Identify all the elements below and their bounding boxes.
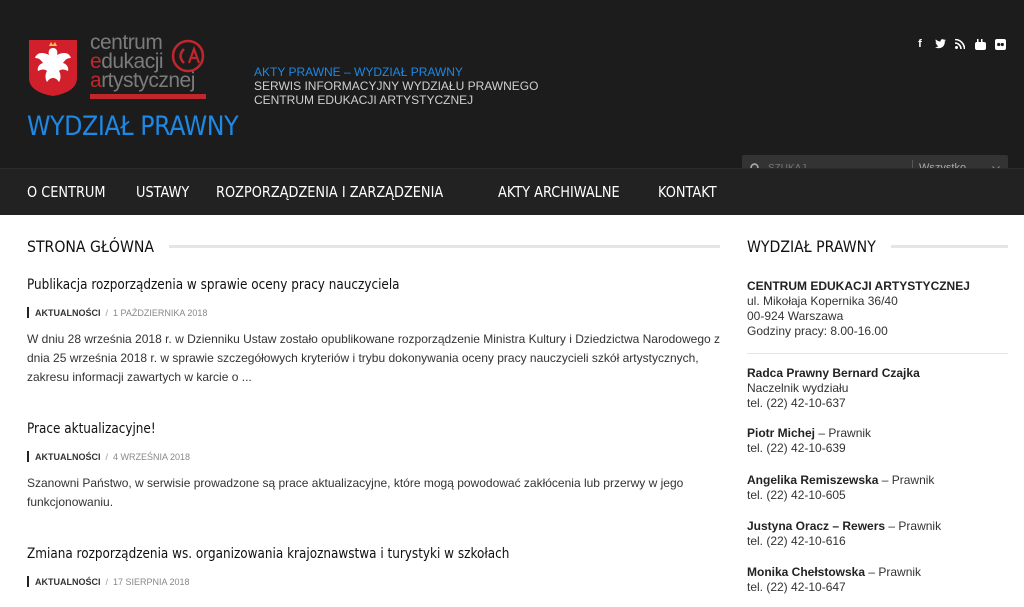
staff-name: Angelika Remiszewska: [747, 473, 879, 487]
tagline-line-3: CENTRUM EDUKACJI ARTYSTYCZNEJ: [254, 93, 474, 107]
post-meta: AKTUALNOŚCI / 1 PAŹDZIERNIKA 2018: [27, 307, 720, 318]
staff-name: Radca Prawny Bernard Czajka: [747, 366, 920, 380]
twitter-icon[interactable]: [934, 38, 946, 50]
page-title: STRONA GŁÓWNA: [27, 237, 155, 256]
post-item: Prace aktualizacyjne! AKTUALNOŚCI / 4 WR…: [27, 421, 720, 512]
staff-item: Monika Chełstowska – Prawnik tel. (22) 4…: [747, 565, 1008, 595]
cea-ring-icon: [171, 39, 205, 73]
staff-role: – Prawnik: [878, 473, 935, 487]
flickr-icon[interactable]: [994, 38, 1006, 50]
post-item: Zmiana rozporządzenia ws. organizowania …: [27, 546, 720, 587]
staff-phone: tel. (22) 42-10-616: [747, 534, 846, 548]
post-title[interactable]: Zmiana rozporządzenia ws. organizowania …: [27, 546, 623, 562]
staff-item: Angelika Remiszewska – Prawnik tel. (22)…: [747, 473, 1008, 503]
staff-role: – Prawnik: [815, 426, 872, 440]
staff-role: Naczelnik wydziału: [747, 381, 849, 395]
staff-name: Piotr Michej: [747, 426, 816, 440]
staff-item: Radca Prawny Bernard Czajka Naczelnik wy…: [747, 366, 1008, 411]
contact-block: CENTRUM EDUKACJI ARTYSTYCZNEJ ul. Mikoła…: [747, 279, 1008, 339]
nav-ustawy[interactable]: USTAWY: [136, 183, 189, 201]
address-line-2: 00-924 Warszawa: [747, 309, 844, 323]
main-section-head: STRONA GŁÓWNA: [27, 237, 720, 256]
section-rule: [169, 245, 720, 248]
nav-akty-archiwalne[interactable]: AKTY ARCHIWALNE: [498, 183, 620, 201]
post-excerpt: Szanowni Państwo, w serwisie prowadzone …: [27, 476, 684, 509]
tagline-line-2: SERWIS INFORMACYJNY WYDZIAŁU PRAWNEGO: [254, 79, 539, 93]
section-rule: [891, 245, 1008, 248]
tagline: AKTY PRAWNE – WYDZIAŁ PRAWNY SERWIS INFO…: [254, 65, 538, 107]
post-excerpt: W dniu 28 września 2018 r. w Dzienniku U…: [27, 332, 720, 384]
sidebar-divider: [747, 353, 1008, 354]
staff-phone: tel. (22) 42-10-605: [747, 488, 846, 502]
tagline-line-1: AKTY PRAWNE – WYDZIAŁ PRAWNY: [254, 65, 463, 79]
post-title[interactable]: Publikacja rozporządzenia w sprawie ocen…: [27, 277, 623, 293]
post-category[interactable]: AKTUALNOŚCI: [35, 452, 101, 462]
post-item: Publikacja rozporządzenia w sprawie ocen…: [27, 277, 720, 387]
staff-item: Justyna Oracz – Rewers – Prawnik tel. (2…: [747, 519, 1008, 549]
post-title[interactable]: Prace aktualizacyjne!: [27, 421, 623, 437]
office-hours: Godziny pracy: 8.00-16.00: [747, 324, 888, 338]
sidebar-section-head: WYDZIAŁ PRAWNY: [747, 237, 1008, 256]
staff-item: Piotr Michej – Prawnik tel. (22) 42-10-6…: [747, 426, 1008, 456]
post-date: 1 PAŹDZIERNIKA 2018: [113, 307, 208, 318]
staff-role: – Prawnik: [865, 565, 922, 579]
staff-name: Monika Chełstowska: [747, 565, 866, 579]
logo-letter-a: a: [90, 69, 102, 92]
main-nav: O CENTRUM USTAWY ROZPORZĄDZENIA I ZARZĄD…: [0, 168, 1024, 215]
address-line-1: ul. Mikołaja Kopernika 36/40: [747, 294, 898, 308]
youtube-icon[interactable]: [974, 38, 986, 50]
social-links: f: [914, 38, 1006, 50]
rss-icon[interactable]: [954, 38, 966, 50]
post-category[interactable]: AKTUALNOŚCI: [35, 577, 101, 587]
sidebar-title: WYDZIAŁ PRAWNY: [747, 237, 876, 256]
post-date: 17 SIERPNIA 2018: [113, 576, 190, 587]
org-name: CENTRUM EDUKACJI ARTYSTYCZNEJ: [747, 279, 970, 293]
site-title[interactable]: WYDZIAŁ PRAWNY: [27, 111, 239, 142]
staff-phone: tel. (22) 42-10-637: [747, 396, 846, 410]
nav-o-centrum[interactable]: O CENTRUM: [27, 183, 105, 201]
staff-phone: tel. (22) 42-10-647: [747, 580, 846, 594]
nav-rozporzadzenia[interactable]: ROZPORZĄDZENIA I ZARZĄDZENIA: [216, 183, 443, 201]
staff-role: – Prawnik: [885, 519, 942, 533]
facebook-icon[interactable]: f: [914, 38, 926, 50]
eagle-emblem-icon[interactable]: [27, 38, 79, 98]
staff-name: Justyna Oracz – Rewers: [747, 519, 886, 533]
logo-underline: [90, 94, 206, 99]
header-top: centrum edukacji artystycznej WYDZIAŁ PR…: [0, 0, 1024, 181]
post-date: 4 WRZEŚNIA 2018: [113, 451, 191, 462]
nav-kontakt[interactable]: KONTAKT: [658, 183, 717, 201]
post-meta: AKTUALNOŚCI / 17 SIERPNIA 2018: [27, 576, 720, 587]
post-meta: AKTUALNOŚCI / 4 WRZEŚNIA 2018: [27, 451, 720, 462]
post-category[interactable]: AKTUALNOŚCI: [35, 308, 101, 318]
site-header: centrum edukacji artystycznej WYDZIAŁ PR…: [0, 0, 1024, 215]
staff-phone: tel. (22) 42-10-639: [747, 441, 846, 455]
